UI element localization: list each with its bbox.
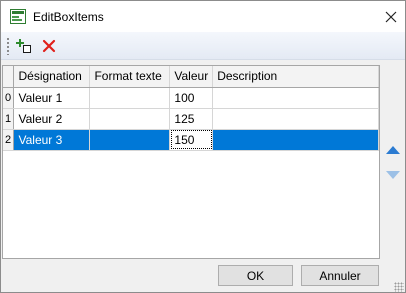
table-row[interactable]: 1 Valeur 2 125 [3, 108, 379, 130]
cell-format[interactable] [89, 129, 171, 151]
add-item-icon [16, 39, 31, 53]
toolbar [1, 32, 405, 60]
cell-valeur[interactable]: 125 [169, 108, 214, 130]
delete-icon [42, 39, 56, 53]
column-header-designation[interactable]: Désignation [13, 66, 91, 88]
header-row: Désignation Format texte Valeur Descript… [3, 66, 379, 88]
cell-designation[interactable]: Valeur 3 [13, 129, 91, 151]
cell-description[interactable] [212, 87, 379, 109]
add-item-button[interactable] [13, 35, 35, 57]
cell-description[interactable] [212, 129, 379, 151]
move-up-button[interactable] [383, 140, 403, 160]
column-header-format[interactable]: Format texte [89, 66, 171, 88]
column-header-description[interactable]: Description [212, 66, 379, 88]
delete-item-button[interactable] [38, 35, 60, 57]
title-bar: EditBoxItems [1, 1, 405, 32]
cell-valeur-editing[interactable]: 150 [169, 129, 214, 151]
app-icon [10, 9, 26, 24]
table-row-selected[interactable]: 2 Valeur 3 150 [3, 129, 379, 151]
cell-description[interactable] [212, 108, 379, 130]
editboxitems-dialog: EditBoxItems Désignation Format texte Va… [0, 0, 406, 293]
column-header-valeur[interactable]: Valeur [169, 66, 214, 88]
cell-designation[interactable]: Valeur 2 [13, 108, 91, 130]
table-row[interactable]: 0 Valeur 1 100 [3, 87, 379, 109]
cell-format[interactable] [89, 108, 171, 130]
move-down-button[interactable] [383, 165, 403, 185]
window-title: EditBoxItems [33, 10, 104, 24]
cell-format[interactable] [89, 87, 171, 109]
resize-grip[interactable] [394, 282, 404, 292]
cancel-button[interactable]: Annuler [301, 265, 379, 286]
cell-valeur[interactable]: 100 [169, 87, 214, 109]
close-button[interactable] [377, 5, 405, 29]
toolbar-grip[interactable] [7, 37, 9, 55]
cell-designation[interactable]: Valeur 1 [13, 87, 91, 109]
row-header[interactable]: 2 [3, 129, 15, 151]
row-header[interactable]: 1 [3, 108, 15, 130]
row-header[interactable]: 0 [3, 87, 15, 109]
arrow-up-icon [386, 146, 400, 154]
corner-header [3, 66, 15, 88]
items-table: Désignation Format texte Valeur Descript… [3, 66, 379, 151]
items-grid[interactable]: Désignation Format texte Valeur Descript… [2, 65, 380, 259]
ok-button[interactable]: OK [218, 265, 293, 286]
arrow-down-icon [386, 171, 400, 179]
close-icon [385, 11, 397, 23]
